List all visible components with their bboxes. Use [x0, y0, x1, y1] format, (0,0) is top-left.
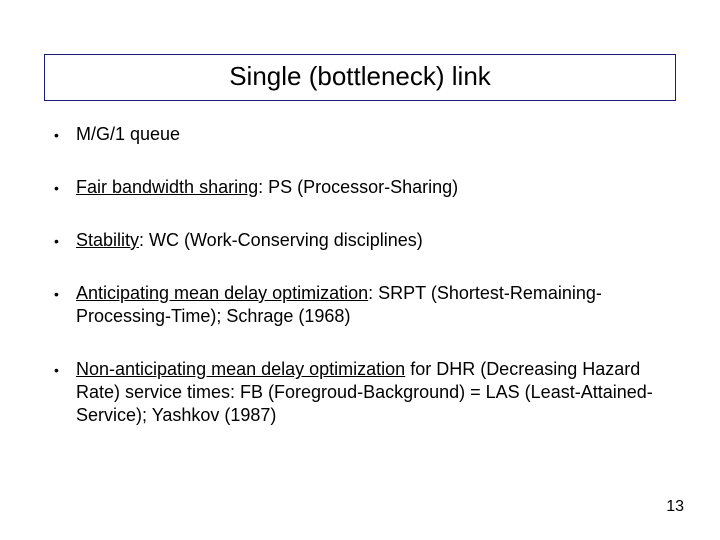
bullet-underline: Fair bandwidth sharing: [76, 177, 258, 197]
list-item: M/G/1 queue: [48, 123, 676, 146]
slide: Single (bottleneck) link M/G/1 queue Fai…: [0, 0, 720, 540]
bullet-underline: Anticipating mean delay optimization: [76, 283, 368, 303]
list-item: Fair bandwidth sharing: PS (Processor-Sh…: [48, 176, 676, 199]
title-box: Single (bottleneck) link: [44, 54, 676, 101]
page-number: 13: [666, 498, 684, 516]
bullet-rest: : PS (Processor-Sharing): [258, 177, 458, 197]
slide-title: Single (bottleneck) link: [55, 61, 665, 92]
list-item: Non-anticipating mean delay optimization…: [48, 358, 676, 427]
bullet-text: M/G/1 queue: [76, 124, 180, 144]
bullet-list: M/G/1 queue Fair bandwidth sharing: PS (…: [44, 123, 676, 427]
bullet-underline: Stability: [76, 230, 139, 250]
bullet-underline: Non-anticipating mean delay optimization: [76, 359, 405, 379]
list-item: Stability: WC (Work-Conserving disciplin…: [48, 229, 676, 252]
list-item: Anticipating mean delay optimization: SR…: [48, 282, 676, 328]
bullet-rest: : WC (Work-Conserving disciplines): [139, 230, 423, 250]
